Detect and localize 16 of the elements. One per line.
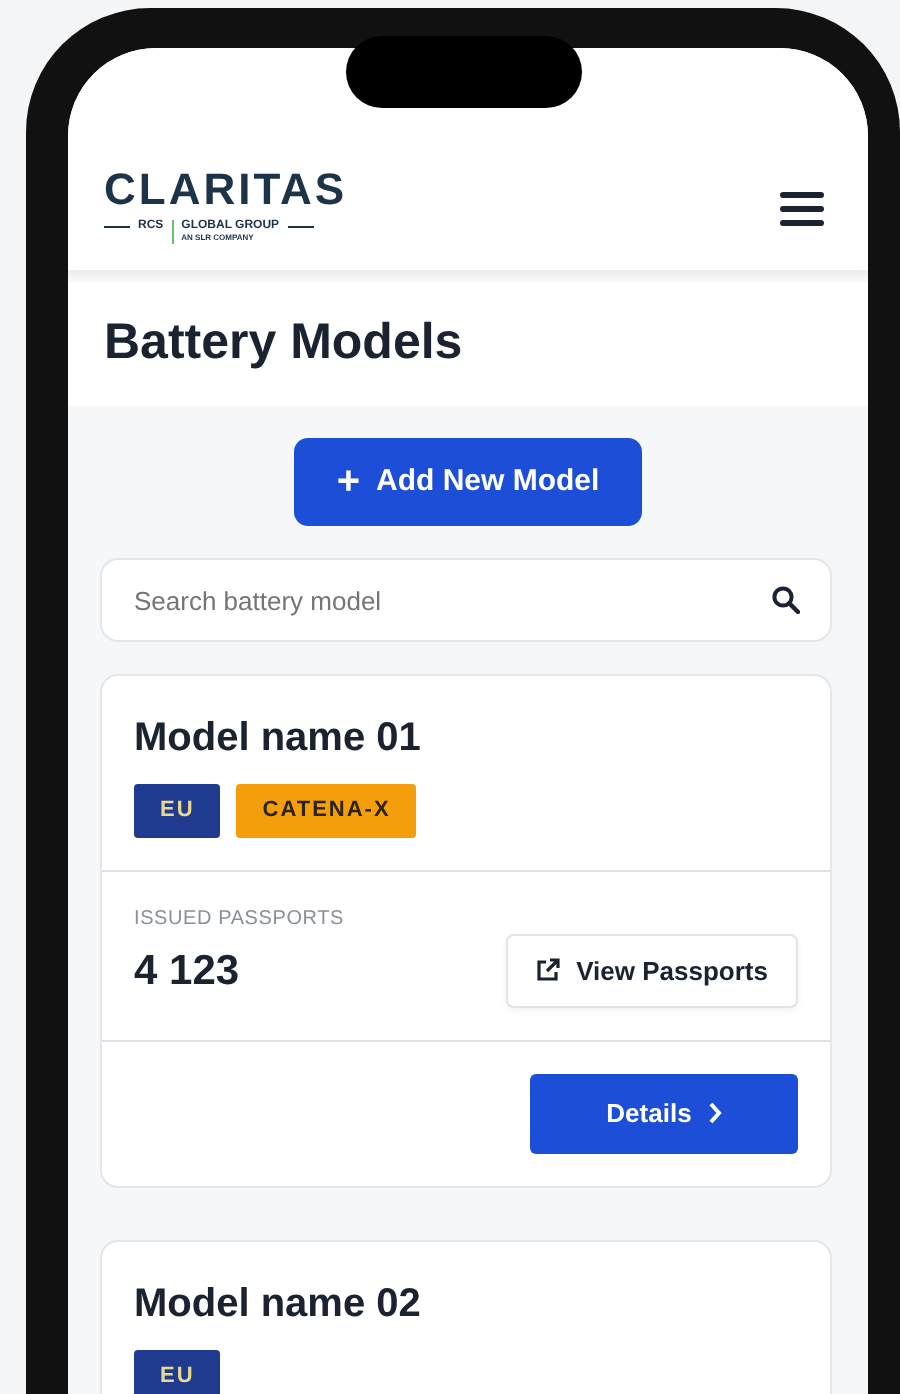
chevron-right-icon (707, 1102, 722, 1125)
details-button[interactable]: Details (530, 1074, 798, 1153)
model-name: Model name 02 (134, 1279, 423, 1329)
external-link-icon (536, 958, 561, 983)
search-icon[interactable] (772, 586, 800, 614)
stat-value: 4 123 (134, 945, 240, 997)
add-model-button[interactable]: + Add New Model (294, 437, 642, 526)
model-tag: EU (134, 784, 221, 837)
view-passports-button[interactable]: View Passports (506, 933, 798, 1008)
logo-wordmark: CLARITAS (104, 168, 348, 212)
model-tag: EU (134, 1349, 221, 1394)
stat-label: ISSUED PASSPORTS (134, 905, 347, 933)
model-name: Model name 01 (134, 714, 423, 764)
page-title: Battery Models (68, 282, 868, 405)
model-tag: CATENA-X (236, 784, 417, 837)
search-field[interactable]: Search battery model (100, 558, 832, 642)
